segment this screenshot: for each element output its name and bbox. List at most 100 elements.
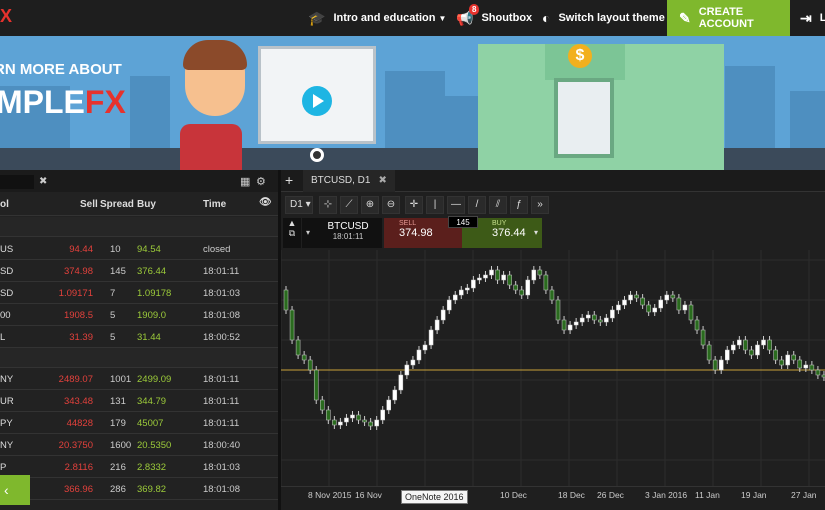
intro-education-menu[interactable]: 🎓 Intro and education ▼ bbox=[308, 0, 446, 36]
ticket-chevron-icon[interactable]: ▾ bbox=[302, 218, 314, 248]
switch-theme-button[interactable]: ◐ Switch layout theme bbox=[542, 0, 665, 36]
candle-body bbox=[434, 319, 440, 331]
search-input[interactable] bbox=[0, 175, 34, 189]
horizontal-line-icon[interactable]: — bbox=[447, 196, 465, 214]
crosshair-icon[interactable]: ✛ bbox=[405, 196, 423, 214]
candle-body bbox=[386, 399, 392, 411]
fast-forward-icon[interactable]: » bbox=[531, 196, 549, 214]
eye-icon[interactable]: 👁 bbox=[259, 197, 272, 208]
header-buy[interactable]: Buy bbox=[137, 199, 156, 210]
gear-icon[interactable]: ⚙ bbox=[256, 175, 266, 188]
candle-body bbox=[501, 274, 506, 281]
candle-body bbox=[573, 321, 579, 326]
logo[interactable]: X bbox=[0, 6, 12, 27]
cell-time: 18:01:11 bbox=[203, 374, 240, 385]
expand-panel-button[interactable]: ‹ bbox=[0, 475, 30, 505]
candle-body bbox=[616, 304, 621, 311]
candle-body bbox=[718, 359, 724, 371]
group-separator[interactable] bbox=[0, 217, 278, 237]
shoutbox-button[interactable]: 📢 8 Shoutbox bbox=[456, 0, 532, 36]
candle-body bbox=[398, 374, 404, 391]
candle-body bbox=[555, 299, 561, 321]
character-hair bbox=[183, 40, 247, 70]
candle-body bbox=[489, 269, 494, 276]
close-tab-icon[interactable]: ✖ bbox=[378, 175, 386, 186]
building-shape bbox=[130, 76, 170, 148]
candle-body bbox=[640, 297, 645, 306]
play-icon[interactable] bbox=[302, 86, 332, 116]
candle-body bbox=[283, 289, 289, 311]
trend-line-icon[interactable]: / bbox=[468, 196, 486, 214]
table-row[interactable]: NY 20.3750 1600 20.5350 18:00:40 bbox=[0, 434, 278, 456]
cell-symbol: SD bbox=[0, 266, 14, 277]
table-row[interactable]: UR 343.48 131 344.79 18:01:11 bbox=[0, 390, 278, 412]
candle-body bbox=[483, 274, 488, 279]
candle-body bbox=[731, 344, 736, 351]
ticket-dropdown-icon[interactable]: ▾ bbox=[529, 218, 543, 248]
candle-body bbox=[428, 329, 434, 346]
watchlist-header: ol Sell Spread Buy Time 👁 bbox=[0, 192, 278, 216]
candle-body bbox=[477, 277, 482, 281]
header-spread[interactable]: Spread bbox=[100, 199, 134, 210]
carousel-indicator[interactable] bbox=[310, 148, 324, 162]
cell-symbol: P bbox=[0, 462, 7, 473]
candle-body bbox=[809, 364, 815, 371]
zoom-out-icon[interactable]: ⊖ bbox=[382, 196, 400, 214]
indicator-icon[interactable]: ⊹ bbox=[319, 196, 337, 214]
login-button[interactable]: ⇥ L bbox=[800, 0, 825, 36]
candle-body bbox=[404, 364, 410, 376]
candle-body bbox=[410, 359, 416, 366]
switch-theme-label: Switch layout theme bbox=[558, 12, 665, 24]
table-row[interactable]: 366.96 286 369.82 18:01:08 bbox=[0, 478, 278, 500]
chart-toolbar: D1 ▾ ⊹ ⟋ ⊕ ⊖ ✛ | — / ⫽ ƒ » bbox=[281, 194, 825, 216]
ticket-symbol: BTCUSD 18:01:11 bbox=[314, 218, 382, 248]
create-account-button[interactable]: ✎ CREATE ACCOUNT bbox=[667, 0, 790, 36]
cell-time: 18:00:40 bbox=[203, 440, 240, 451]
chart-type-icon[interactable]: ⟋ bbox=[340, 196, 358, 214]
header-sell[interactable]: Sell bbox=[80, 199, 98, 210]
header-symbol[interactable]: ol bbox=[0, 199, 9, 210]
tab-btcusd[interactable]: BTCUSD, D1 ✖ bbox=[303, 170, 395, 192]
add-tab-icon[interactable]: + bbox=[285, 172, 293, 188]
candle-body bbox=[416, 349, 422, 361]
collapse-icon[interactable]: ▲ bbox=[283, 218, 301, 228]
table-row[interactable]: P 2.8116 216 2.8332 18:01:03 bbox=[0, 456, 278, 478]
promo-banner[interactable]: RN MORE ABOUT MPLEFX $ bbox=[0, 36, 825, 170]
candlestick-chart[interactable] bbox=[281, 250, 825, 486]
table-row[interactable]: L 31.39 5 31.44 18:00:52 bbox=[0, 326, 278, 348]
building-shape bbox=[725, 66, 775, 148]
megaphone-icon: 📢 8 bbox=[456, 3, 480, 27]
table-row[interactable]: NY 2489.07 1001 2499.09 18:01:11 bbox=[0, 368, 278, 390]
cell-sell: 44828 bbox=[66, 418, 93, 429]
candle-body bbox=[519, 289, 524, 296]
candle-body bbox=[724, 349, 730, 361]
table-row[interactable]: PY 44828 179 45007 18:01:11 bbox=[0, 412, 278, 434]
calculator-icon[interactable]: ▦ bbox=[240, 175, 250, 188]
x-tick-label: 8 Nov 2015 bbox=[308, 490, 352, 500]
banner-brand-part1: MPLE bbox=[0, 84, 85, 120]
login-label: L bbox=[819, 12, 825, 24]
fibonacci-icon[interactable]: ƒ bbox=[510, 196, 528, 214]
cell-sell: 94.44 bbox=[69, 244, 93, 255]
popout-icon[interactable]: ⧉ bbox=[283, 228, 301, 239]
banner-headline: RN MORE ABOUT bbox=[0, 61, 122, 78]
table-row[interactable]: 00 1908.5 5 1909.0 18:01:08 bbox=[0, 304, 278, 326]
table-row[interactable]: SD 374.98 145 376.44 18:01:11 bbox=[0, 260, 278, 282]
close-icon[interactable]: ✖ bbox=[39, 176, 47, 187]
timeframe-select[interactable]: D1 ▾ bbox=[285, 196, 313, 214]
vertical-line-icon[interactable]: | bbox=[426, 196, 444, 214]
channel-icon[interactable]: ⫽ bbox=[489, 196, 507, 214]
candle-body bbox=[815, 369, 821, 376]
create-account-label: CREATE ACCOUNT bbox=[698, 6, 754, 30]
taskbar-tooltip: OneNote 2016 bbox=[401, 490, 468, 504]
group-separator[interactable] bbox=[0, 348, 278, 368]
candle-body bbox=[543, 274, 549, 291]
cell-sell: 1908.5 bbox=[63, 310, 93, 321]
intro-education-label: Intro and education bbox=[333, 12, 436, 24]
table-row[interactable]: US 94.44 10 94.54 closed bbox=[0, 238, 278, 260]
candle-body bbox=[301, 354, 307, 361]
zoom-in-icon[interactable]: ⊕ bbox=[361, 196, 379, 214]
table-row[interactable]: SD 1.09171 7 1.09178 18:01:03 bbox=[0, 282, 278, 304]
cell-symbol: PY bbox=[0, 418, 13, 429]
header-time[interactable]: Time bbox=[203, 199, 226, 210]
